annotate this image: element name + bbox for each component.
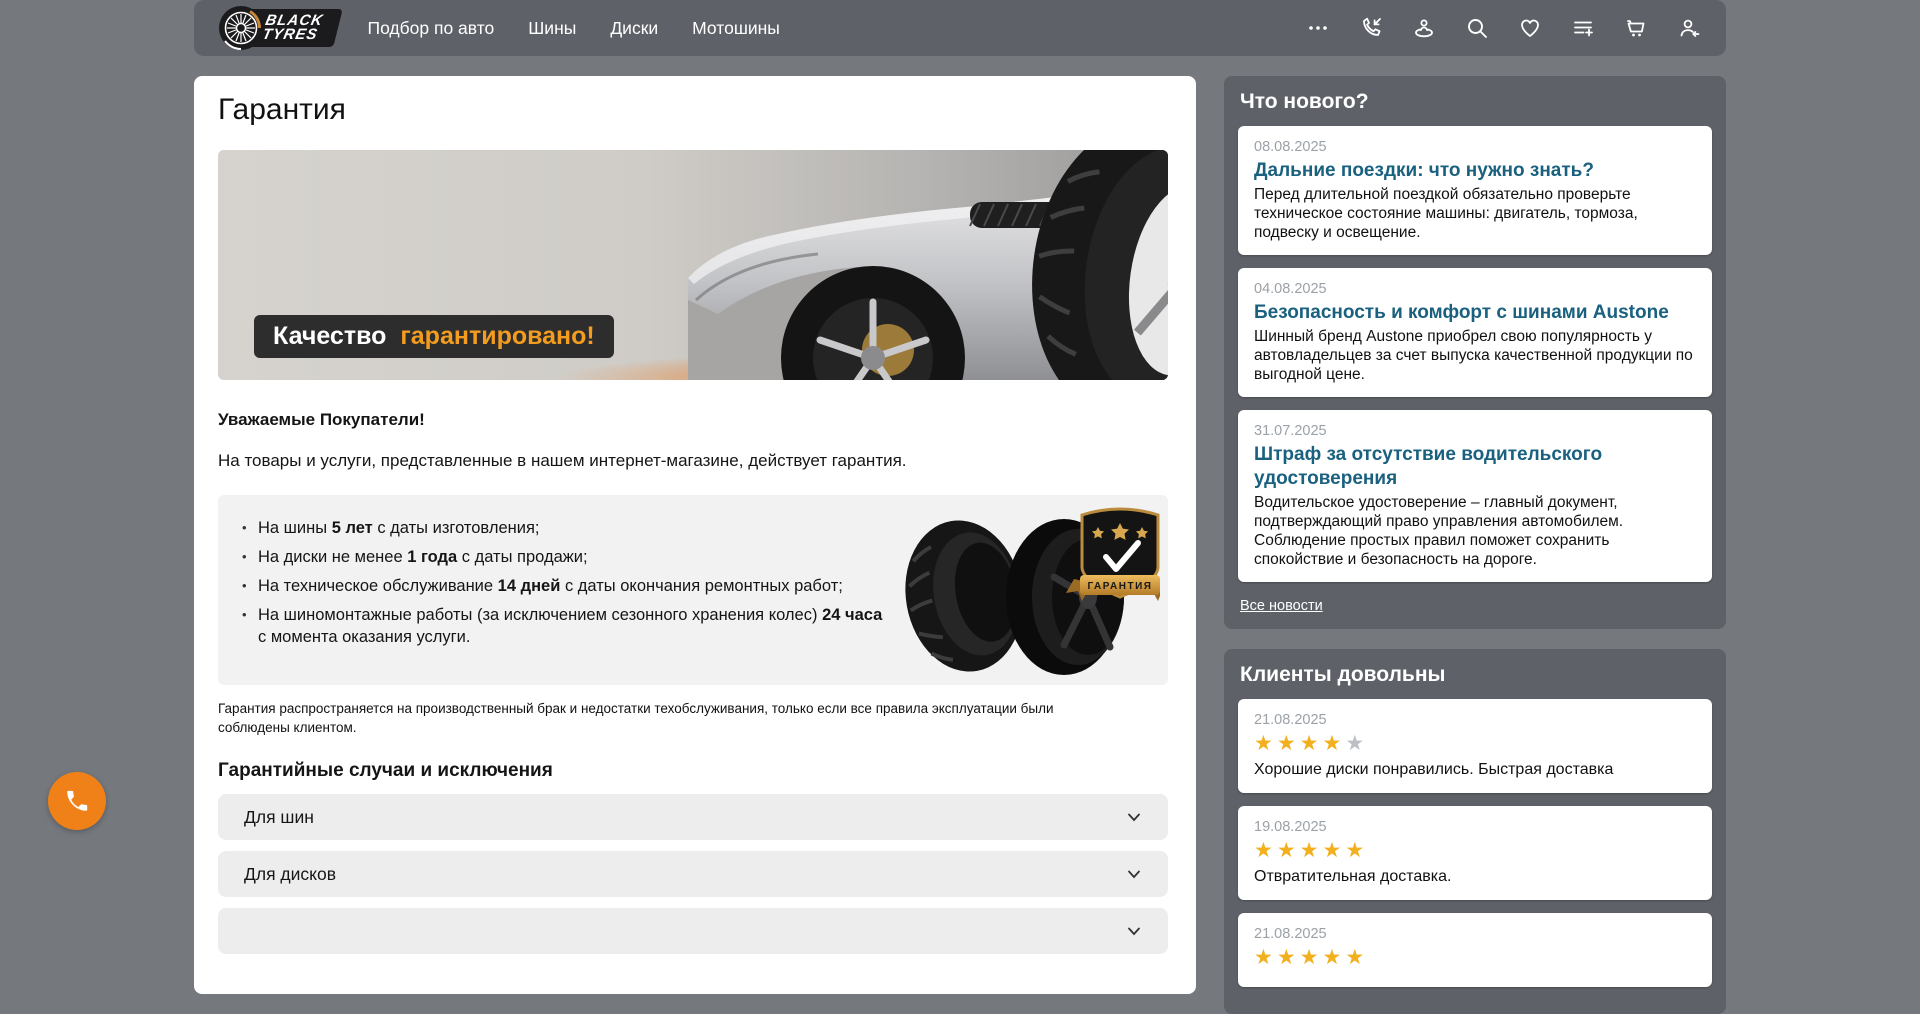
logo-text-tyres: TYRES [261, 28, 322, 42]
review-card: 19.08.2025 ★★★★★ Отвратительная доставка… [1238, 806, 1712, 900]
nav-item-shiny[interactable]: Шины [528, 18, 576, 39]
banner-quality-label: Качество гарантировано! [254, 315, 614, 358]
review-card: 21.08.2025 ★★★★★ Хорошие диски понравили… [1238, 699, 1712, 793]
account-login-icon[interactable] [1676, 15, 1702, 41]
warranty-term-wheels: На диски не менее 1 года с даты продажи; [234, 546, 884, 568]
search-icon[interactable] [1464, 15, 1490, 41]
news-date: 31.07.2025 [1254, 422, 1696, 440]
topbar-icons [1305, 15, 1702, 41]
accordion-for-wheels[interactable]: Для дисков [218, 851, 1168, 897]
news-date: 08.08.2025 [1254, 138, 1696, 156]
news-card: 04.08.2025 Безопасность и комфорт с шина… [1238, 268, 1712, 397]
review-date: 19.08.2025 [1254, 818, 1696, 836]
news-card: 08.08.2025 Дальние поездки: что нужно зн… [1238, 126, 1712, 255]
warranty-term-tires: На шины 5 лет с даты изготовления; [234, 517, 884, 539]
all-news-link[interactable]: Все новости [1240, 598, 1323, 614]
top-navigation-bar: BLACK TYRES Подбор по авто Шины Диски Мо… [194, 0, 1726, 56]
favorites-heart-icon[interactable] [1517, 15, 1543, 41]
news-date: 04.08.2025 [1254, 280, 1696, 298]
accordion-for-tires-label: Для шин [244, 807, 314, 828]
chevron-down-icon [1126, 866, 1142, 882]
pickup-points-icon[interactable] [1411, 15, 1437, 41]
tire-wheel-logo-icon [218, 5, 264, 51]
accordion-for-tires[interactable]: Для шин [218, 794, 1168, 840]
phone-icon [64, 788, 90, 814]
warranty-term-mounting: На шиномонтажные работы (за исключением … [234, 604, 884, 648]
section-title-cases: Гарантийные случаи и исключения [218, 759, 1168, 783]
review-date: 21.08.2025 [1254, 925, 1696, 943]
page-title: Гарантия [218, 92, 1168, 128]
tire-with-warranty-badge-image: ГАРАНТИЯ [902, 501, 1160, 681]
review-card: 21.08.2025 ★★★★★ [1238, 913, 1712, 987]
star-rating: ★★★★★ [1254, 732, 1696, 756]
greeting-text: Уважаемые Покупатели! [218, 410, 1168, 430]
accordion-for-wheels-label: Для дисков [244, 864, 336, 885]
news-panel-title: Что нового? [1240, 90, 1710, 114]
nav-item-diski[interactable]: Диски [610, 18, 658, 39]
banner-label-orange: гарантировано! [400, 322, 594, 350]
blacktyres-logo[interactable]: BLACK TYRES [218, 5, 338, 51]
news-link-license-fine[interactable]: Штраф за отсутствие водительского удосто… [1254, 443, 1696, 491]
cart-icon[interactable] [1623, 15, 1649, 41]
news-link-long-trips[interactable]: Дальние поездки: что нужно знать? [1254, 159, 1696, 183]
news-card: 31.07.2025 Штраф за отсутствие водительс… [1238, 410, 1712, 582]
warranty-badge-label: ГАРАНТИЯ [1088, 581, 1153, 592]
star-rating: ★★★★★ [1254, 946, 1696, 970]
warranty-term-maintenance: На техническое обслуживание 14 дней с да… [234, 575, 884, 597]
review-date: 21.08.2025 [1254, 711, 1696, 729]
call-button[interactable] [48, 772, 106, 830]
star-rating: ★★★★★ [1254, 839, 1696, 863]
news-text: Водительское удостоверение – главный док… [1254, 493, 1696, 569]
more-options-icon[interactable] [1305, 15, 1331, 41]
content-row: Гарантия [194, 76, 1726, 1014]
review-text: Хорошие диски понравились. Быстрая доста… [1254, 760, 1696, 780]
chevron-down-icon [1126, 809, 1142, 825]
banner-label-white: Качество [273, 322, 386, 350]
warranty-terms-box: На шины 5 лет с даты изготовления; На ди… [218, 495, 1168, 685]
callback-phone-icon[interactable] [1358, 15, 1384, 41]
accordion-third[interactable] [218, 908, 1168, 954]
news-panel: Что нового? 08.08.2025 Дальние поездки: … [1224, 76, 1726, 629]
warranty-banner: Качество гарантировано! [218, 150, 1168, 380]
intro-text: На товары и услуги, представленные в наш… [218, 450, 1168, 471]
sidebar: Что нового? 08.08.2025 Дальние поездки: … [1224, 76, 1726, 1014]
review-text: Отвратительная доставка. [1254, 867, 1696, 887]
page: BLACK TYRES Подбор по авто Шины Диски Мо… [194, 0, 1726, 1014]
compare-list-icon[interactable] [1570, 15, 1596, 41]
warranty-terms-list: На шины 5 лет с даты изготовления; На ди… [234, 517, 884, 648]
warranty-page-card: Гарантия [194, 76, 1196, 994]
news-text: Шинный бренд Austone приобрел свою попул… [1254, 327, 1696, 384]
warranty-note: Гарантия распространяется на производств… [218, 699, 1123, 737]
reviews-panel-title: Клиенты довольны [1240, 663, 1710, 687]
news-link-austone[interactable]: Безопасность и комфорт с шинами Austone [1254, 301, 1696, 325]
nav-item-motoshiny[interactable]: Мотошины [692, 18, 780, 39]
reviews-panel: Клиенты довольны 21.08.2025 ★★★★★ Хороши… [1224, 649, 1726, 1014]
chevron-down-icon [1126, 923, 1142, 939]
news-text: Перед длительной поездкой обязательно пр… [1254, 185, 1696, 242]
nav-item-podbor-po-avto[interactable]: Подбор по авто [368, 18, 495, 39]
main-menu: Подбор по авто Шины Диски Мотошины [368, 18, 780, 39]
